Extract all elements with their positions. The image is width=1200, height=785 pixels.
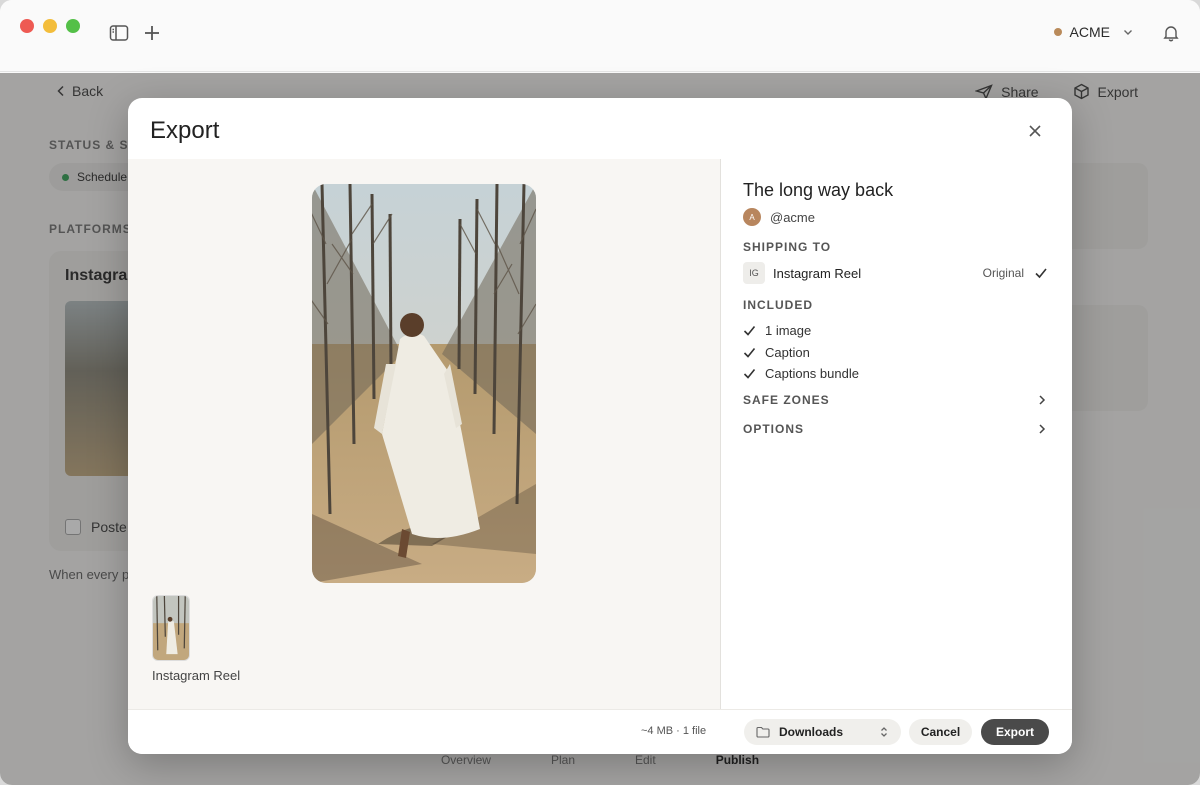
destination-select[interactable]: Downloads xyxy=(744,719,901,745)
shipping-format: Original xyxy=(982,266,1024,280)
plus-icon[interactable] xyxy=(141,22,163,44)
safe-zones-label: SAFE ZONES xyxy=(743,393,830,407)
check-icon xyxy=(743,369,756,379)
safe-zones-toggle[interactable]: SAFE ZONES xyxy=(743,393,1048,407)
post-title: The long way back xyxy=(743,180,894,200)
list-item: Captions bundle xyxy=(743,363,859,385)
export-button[interactable]: Export xyxy=(981,719,1049,745)
account-row: A @acme xyxy=(743,208,815,226)
chevron-updown-icon xyxy=(881,727,887,737)
sidebar-toggle-icon[interactable] xyxy=(108,22,130,44)
titlebar: ACME xyxy=(0,0,1200,72)
export-modal: Export Instagram Reel The long way back … xyxy=(128,98,1072,754)
preview-pane: Instagram Reel xyxy=(128,159,720,709)
shipping-section-label: SHIPPING TO xyxy=(743,240,832,254)
included-list: 1 image Caption Captions bundle xyxy=(743,320,859,385)
instagram-badge: IG xyxy=(743,262,765,284)
avatar: A xyxy=(743,208,761,226)
destination-value: Downloads xyxy=(779,725,844,739)
options-toggle[interactable]: OPTIONS xyxy=(743,422,1048,436)
close-icon[interactable] xyxy=(1026,122,1044,140)
preview-image xyxy=(312,184,536,583)
folder-icon xyxy=(756,726,770,738)
close-window-button[interactable] xyxy=(20,19,34,33)
variant-thumbnail[interactable] xyxy=(152,595,190,661)
bell-icon[interactable] xyxy=(1162,24,1180,42)
list-item: Caption xyxy=(743,342,859,364)
chevron-right-icon xyxy=(1039,424,1046,434)
chevron-down-icon xyxy=(1124,30,1132,35)
cancel-button[interactable]: Cancel xyxy=(909,719,972,745)
minimize-window-button[interactable] xyxy=(43,19,57,33)
check-icon xyxy=(1035,268,1047,279)
workspace-name: ACME xyxy=(1069,24,1110,40)
app-window: ACME Back Share Export STATUS & SC Sched… xyxy=(0,0,1200,785)
shipping-destination-name: Instagram Reel xyxy=(773,265,862,281)
check-icon xyxy=(743,326,756,336)
variant-label: Instagram Reel xyxy=(152,668,241,683)
shipping-destination-row[interactable]: IG Instagram Reel Original xyxy=(743,262,1048,284)
included-item-label: Captions bundle xyxy=(765,366,859,382)
workspace-dot xyxy=(1053,28,1062,36)
modal-footer: ~4 MB · 1 file Downloads Cancel Export xyxy=(128,709,1072,754)
account-handle: @acme xyxy=(770,209,815,225)
check-icon xyxy=(743,347,756,358)
included-section-label: INCLUDED xyxy=(743,298,813,312)
list-item: 1 image xyxy=(743,320,859,342)
zoom-window-button[interactable] xyxy=(66,19,80,33)
chevron-right-icon xyxy=(1039,395,1046,405)
options-label: OPTIONS xyxy=(743,422,805,436)
included-item-label: Caption xyxy=(765,344,810,360)
modal-title: Export xyxy=(150,117,220,144)
workspace-switcher[interactable]: ACME xyxy=(1053,24,1134,40)
export-size-info: ~4 MB · 1 file xyxy=(641,725,707,737)
pane-divider xyxy=(720,159,721,710)
included-item-label: 1 image xyxy=(765,323,812,339)
